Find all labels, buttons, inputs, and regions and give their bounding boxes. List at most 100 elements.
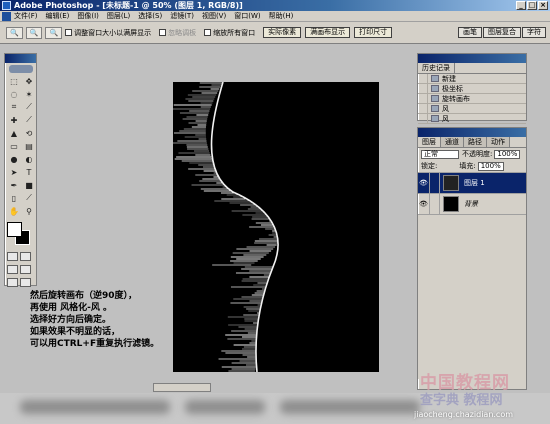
menu-select[interactable]: 选择(S) — [138, 11, 162, 21]
jump-to-imageready-icon[interactable] — [20, 278, 31, 287]
pen-tool-icon[interactable]: ✒ — [7, 179, 21, 191]
document-icon — [431, 75, 439, 82]
brush-icon[interactable] — [430, 172, 440, 194]
photoshop-logo-icon — [2, 1, 11, 10]
eyedropper-tool-icon[interactable]: ⟋ — [22, 192, 36, 204]
layer-name[interactable]: 图层 1 — [464, 178, 485, 188]
type-tool-icon[interactable]: T — [22, 166, 36, 178]
layer-row[interactable]: 👁 图层 1 — [418, 172, 526, 194]
layer-name[interactable]: 背景 — [464, 199, 478, 209]
tab-actions[interactable]: 动作 — [487, 137, 510, 147]
standard-screen-mode-icon[interactable] — [7, 265, 18, 274]
shape-tool-icon[interactable]: ■ — [22, 179, 36, 191]
zoom-all-label: 缩放所有窗口 — [213, 28, 256, 37]
photoshop-logo-icon — [2, 11, 11, 21]
eraser-tool-icon[interactable]: ▭ — [7, 140, 21, 152]
history-brush-source[interactable] — [418, 103, 428, 114]
gradient-tool-icon[interactable]: ▤ — [22, 140, 36, 152]
print-size-button[interactable]: 打印尺寸 — [354, 27, 393, 38]
notes-tool-icon[interactable]: ▯ — [7, 192, 21, 204]
history-item[interactable]: 新建 — [418, 73, 526, 84]
menu-help[interactable]: 帮助(H) — [269, 11, 294, 21]
hand-tool-icon[interactable]: ✋ — [7, 205, 21, 217]
blend-mode-select[interactable]: 正常 — [421, 149, 459, 159]
resize-window-checkbox[interactable]: 调整窗口大小以满屏显示 — [65, 28, 151, 38]
stamp-tool-icon[interactable]: ▲ — [7, 127, 21, 139]
history-title-bar[interactable] — [418, 54, 526, 63]
tab-layer-comps[interactable]: 图层复合 — [483, 27, 521, 38]
crop-tool-icon[interactable]: ⌗ — [7, 101, 21, 113]
brush-tool-icon[interactable]: ⟋ — [22, 114, 36, 126]
zoom-tool-icon[interactable]: ⚲ — [22, 205, 36, 217]
caption-line: 然后旋转画布（逆90度）， — [30, 291, 138, 301]
brush-icon[interactable] — [430, 193, 440, 215]
quick-mask-mode-icon[interactable] — [20, 252, 31, 261]
move-tool-icon[interactable]: ✥ — [22, 75, 36, 87]
maximize-button[interactable]: □ — [527, 1, 537, 10]
history-item[interactable]: 旋转画布 — [418, 93, 526, 104]
lock-label: 锁定: — [421, 162, 438, 170]
menu-file[interactable]: 文件(F) — [14, 11, 38, 21]
menu-filter[interactable]: 滤镜(T) — [170, 11, 194, 21]
opacity-input[interactable]: 100% — [494, 149, 521, 159]
history-brush-tool-icon[interactable]: ⟲ — [22, 127, 36, 139]
eye-icon[interactable]: 👁 — [418, 193, 430, 215]
foreground-color-swatch[interactable] — [7, 222, 22, 237]
marquee-tool-icon[interactable]: ⬚ — [7, 75, 21, 87]
fit-screen-button[interactable]: 满画布显示 — [305, 27, 351, 38]
layers-title-bar[interactable] — [418, 128, 526, 137]
lasso-tool-icon[interactable]: ◌ — [7, 88, 21, 100]
layer-row[interactable]: 👁 背景 — [418, 193, 526, 215]
ignore-palettes-checkbox[interactable]: 忽略调板 — [159, 28, 196, 38]
wave-shape — [211, 82, 379, 372]
bottom-blur-strip — [0, 393, 550, 424]
history-item-label: 极坐标 — [442, 84, 463, 93]
zoom-out-icon[interactable]: 🔍 — [45, 26, 63, 39]
close-button[interactable]: × — [538, 1, 548, 10]
menu-layer[interactable]: 图层(L) — [107, 11, 130, 21]
tab-paths[interactable]: 路径 — [464, 137, 487, 147]
history-item[interactable]: 极坐标 — [418, 83, 526, 94]
adobe-online-icon[interactable] — [8, 65, 33, 73]
rotate-icon — [431, 95, 439, 102]
full-screen-mode-icon[interactable] — [7, 278, 18, 287]
zoom-all-checkbox[interactable]: 缩放所有窗口 — [204, 28, 255, 38]
jump-row — [5, 278, 36, 287]
checkbox-box — [65, 29, 73, 36]
fill-input[interactable]: 100% — [477, 161, 504, 171]
menu-window[interactable]: 窗口(W) — [234, 11, 260, 21]
path-selection-tool-icon[interactable]: ➤ — [7, 166, 21, 178]
layers-palette: 图层 通道 路径 动作 正常 不透明度: 100% 锁定: 填充: 100% 👁… — [417, 127, 527, 390]
history-brush-source[interactable] — [418, 113, 428, 124]
caption-line: 选择好方向后确定。 — [30, 315, 112, 325]
blur-tool-icon[interactable]: ● — [7, 153, 21, 165]
eye-icon[interactable]: 👁 — [418, 172, 430, 194]
history-item[interactable]: 风 — [418, 113, 526, 124]
slice-tool-icon[interactable]: ⟋ — [22, 101, 36, 113]
tab-character[interactable]: 字符 — [522, 27, 546, 38]
healing-brush-tool-icon[interactable]: ✚ — [7, 114, 21, 126]
zoom-in-icon[interactable]: 🔍 — [25, 26, 43, 39]
tab-brushes[interactable]: 画笔 — [458, 27, 482, 38]
dodge-tool-icon[interactable]: ◐ — [22, 153, 36, 165]
full-screen-menu-mode-icon[interactable] — [20, 265, 31, 274]
tab-channels[interactable]: 通道 — [441, 137, 464, 147]
standard-mode-icon[interactable] — [7, 252, 18, 261]
magic-wand-tool-icon[interactable]: ✶ — [22, 88, 36, 100]
document-scrollbar[interactable] — [153, 383, 211, 392]
actual-pixels-button[interactable]: 实际像素 — [263, 27, 302, 38]
minimize-button[interactable]: _ — [516, 1, 526, 10]
blurred-text — [185, 400, 265, 414]
menu-edit[interactable]: 编辑(E) — [46, 11, 70, 21]
toolbox-title-bar[interactable] — [5, 54, 36, 63]
history-brush-source[interactable] — [418, 73, 428, 84]
tab-history[interactable]: 历史记录 — [418, 63, 455, 73]
screen-mode-row — [5, 265, 36, 274]
zoom-tool-preset[interactable]: 🔍 — [6, 26, 23, 39]
menu-view[interactable]: 视图(V) — [202, 11, 226, 21]
history-brush-source[interactable] — [418, 93, 428, 104]
menu-image[interactable]: 图像(I) — [77, 11, 99, 21]
history-item[interactable]: 风 — [418, 103, 526, 114]
tab-layers[interactable]: 图层 — [418, 137, 441, 147]
history-brush-source[interactable] — [418, 83, 428, 94]
